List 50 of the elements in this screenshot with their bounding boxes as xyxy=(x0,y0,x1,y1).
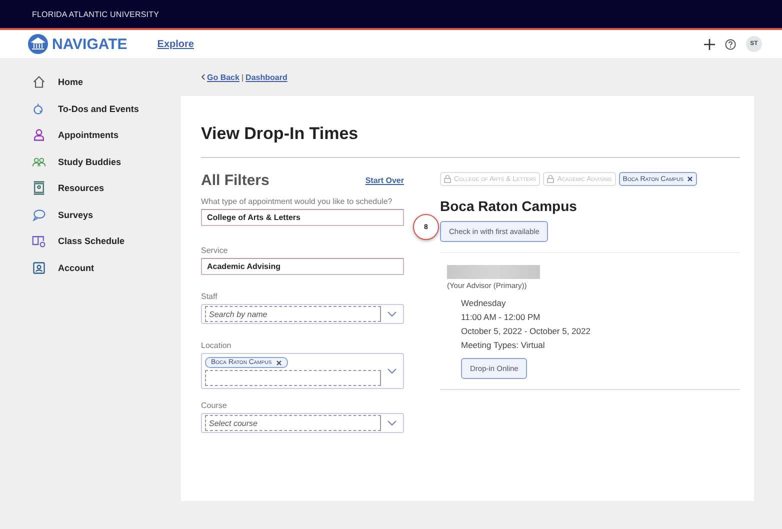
sidebar-item[interactable]: Study Buddies xyxy=(32,154,181,170)
location-heading: Boca Raton Campus xyxy=(440,198,578,214)
field-label: Service xyxy=(201,246,229,255)
sidebar-item[interactable]: Resources xyxy=(32,180,181,196)
field-label: Staff xyxy=(201,292,218,301)
lock-icon xyxy=(444,175,451,183)
field-label: Course xyxy=(201,401,228,410)
building-logo-icon xyxy=(28,34,48,54)
help-icon[interactable] xyxy=(725,38,736,50)
select-field[interactable]: Search by name xyxy=(201,304,404,324)
page-title: View Drop-In Times xyxy=(201,124,740,158)
add-icon[interactable] xyxy=(704,38,715,50)
meeting-types: Meeting Types: Virtual xyxy=(460,339,546,352)
remove-icon[interactable] xyxy=(276,360,282,366)
slot-day: Wednesday xyxy=(447,296,740,310)
tag-input[interactable] xyxy=(205,370,381,386)
slot-time: 11:00 AM - 12:00 PM xyxy=(460,311,542,324)
sidebar-item[interactable]: Home xyxy=(32,74,181,90)
resources-icon xyxy=(32,181,46,196)
go-back-link[interactable]: Go Back xyxy=(207,72,240,82)
brand-name: NAVIGATE xyxy=(52,36,128,52)
chat-icon xyxy=(32,208,46,222)
person-icon xyxy=(32,128,46,142)
sidebar-item[interactable]: Appointments xyxy=(32,127,181,144)
chevron-down-icon[interactable] xyxy=(387,420,397,426)
field-label: Location xyxy=(201,341,232,350)
university-name: FLORIDA ATLANTIC UNIVERSITY xyxy=(32,10,160,18)
search-input[interactable]: Select course xyxy=(205,415,381,431)
home-icon xyxy=(32,75,46,90)
sidebar-item[interactable]: Class Schedule xyxy=(32,233,181,250)
remove-icon[interactable] xyxy=(686,176,693,182)
lock-icon xyxy=(547,175,554,183)
account-icon xyxy=(32,260,46,275)
start-over-link[interactable]: Start Over xyxy=(365,176,404,185)
back-chevron-icon xyxy=(201,74,205,80)
breadcrumb-separator: | xyxy=(241,72,244,82)
slot-dates: October 5, 2022 - October 5, 2022 xyxy=(460,325,592,338)
sidebar-item[interactable]: Account xyxy=(32,260,181,276)
search-input[interactable]: Search by name xyxy=(205,306,381,322)
field-label: What type of appointment would you like to schedule? xyxy=(201,197,394,206)
text-field[interactable]: College of Arts & Letters xyxy=(201,209,404,226)
dashboard-link[interactable]: Dashboard xyxy=(246,72,288,82)
explore-link[interactable]: Explore xyxy=(157,38,194,50)
filters-title: All Filters xyxy=(201,172,270,189)
chevron-down-icon[interactable] xyxy=(387,311,397,317)
sidebar-item[interactable]: Surveys xyxy=(32,206,181,223)
text-field[interactable]: Academic Advising xyxy=(201,258,404,275)
select-field[interactable]: Select course xyxy=(201,413,404,433)
sidebar-item[interactable]: To-Dos and Events xyxy=(32,100,181,117)
chevron-down-icon[interactable] xyxy=(387,368,397,374)
